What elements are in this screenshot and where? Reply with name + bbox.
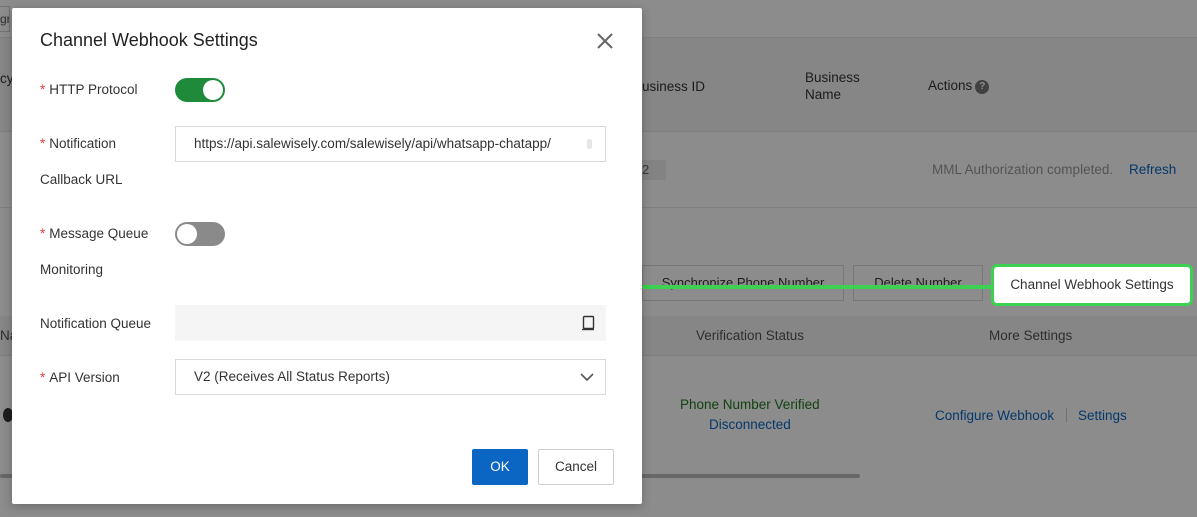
notification-callback-url-input[interactable]: https://api.salewisely.com/salewisely/ap… <box>175 126 606 162</box>
input-scrollbar[interactable] <box>587 139 592 149</box>
http-protocol-label-text: HTTP Protocol <box>49 82 138 97</box>
close-icon[interactable] <box>594 30 616 52</box>
channel-webhook-settings-button[interactable]: Channel Webhook Settings <box>991 264 1193 306</box>
message-queue-monitoring-label: * Message Queue <box>40 225 148 243</box>
toggle-knob <box>203 80 223 100</box>
message-queue-label-line1: Message Queue <box>49 226 149 241</box>
api-version-value: V2 (Receives All Status Reports) <box>194 369 390 384</box>
api-version-label-text: API Version <box>49 370 120 385</box>
annotation-arrow-icon <box>586 274 992 300</box>
http-protocol-label: * HTTP Protocol <box>40 81 138 99</box>
channel-webhook-settings-dialog: Channel Webhook Settings * HTTP Protocol … <box>12 8 642 504</box>
ok-button[interactable]: OK <box>472 449 528 485</box>
copy-icon[interactable] <box>581 315 595 331</box>
required-mark: * <box>40 370 46 385</box>
api-version-select[interactable]: V2 (Receives All Status Reports) <box>175 359 606 395</box>
dialog-title: Channel Webhook Settings <box>40 30 258 50</box>
chevron-down-icon <box>580 373 594 382</box>
callback-url-value: https://api.salewisely.com/salewisely/ap… <box>194 136 551 151</box>
required-mark: * <box>40 226 46 241</box>
notification-callback-url-label: * Notification <box>40 135 116 153</box>
notification-queue-label: Notification Queue <box>40 316 152 331</box>
notification-queue-input[interactable] <box>175 305 606 341</box>
api-version-label: * API Version <box>40 369 120 387</box>
cancel-button[interactable]: Cancel <box>538 449 614 485</box>
http-protocol-toggle[interactable] <box>175 78 225 102</box>
message-queue-monitoring-toggle[interactable] <box>175 222 225 246</box>
callback-url-label-line2: Callback URL <box>40 172 123 187</box>
required-mark: * <box>40 82 46 97</box>
message-queue-label-line2: Monitoring <box>40 262 104 277</box>
toggle-knob <box>177 224 197 244</box>
required-mark: * <box>40 136 46 151</box>
callback-url-label-line1: Notification <box>49 136 117 151</box>
